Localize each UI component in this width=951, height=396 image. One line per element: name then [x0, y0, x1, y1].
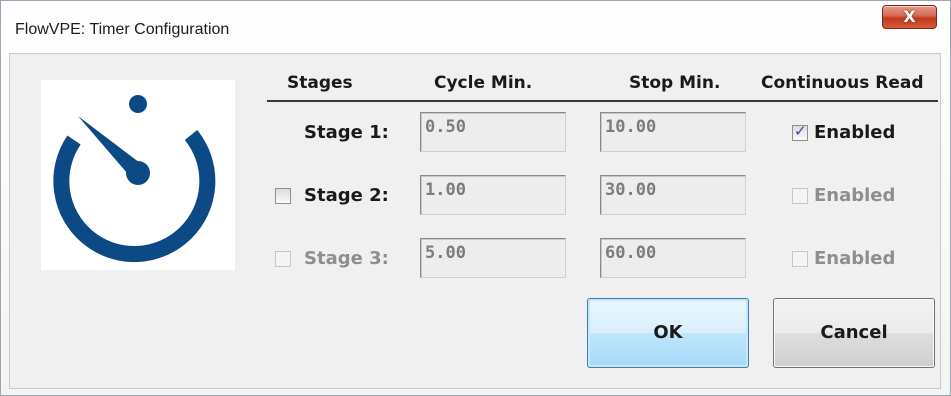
stage-1-continuous-checkbox[interactable]: ✓	[792, 122, 808, 141]
ok-button[interactable]: OK	[587, 298, 749, 368]
header-divider	[267, 100, 938, 102]
stage-1-cycle-input[interactable]: 0.50	[420, 112, 566, 152]
stage-2-stop-input[interactable]: 30.00	[600, 175, 746, 215]
stage-3-label: Stage 3:	[304, 248, 389, 269]
stage-2-checkbox[interactable]	[275, 188, 291, 204]
stage-2-enabled-label: Enabled	[814, 185, 896, 206]
stage-2-continuous-checkbox[interactable]	[792, 188, 808, 204]
stage-2-cycle-input[interactable]: 1.00	[420, 175, 566, 215]
stage-3-cycle-input[interactable]: 5.00	[420, 238, 566, 278]
stage-2-label: Stage 2:	[304, 185, 389, 206]
stage-1-enabled-label: Enabled	[814, 122, 896, 143]
close-icon: X	[903, 7, 916, 26]
cancel-button[interactable]: Cancel	[773, 298, 935, 368]
stage-3-stop-input[interactable]: 60.00	[600, 238, 746, 278]
stage-1-label: Stage 1:	[304, 122, 389, 143]
stage-3-checkbox[interactable]	[275, 251, 291, 267]
stage-3-continuous-checkbox[interactable]	[792, 251, 808, 267]
header-stop-min: Stop Min.	[629, 73, 721, 93]
stopwatch-logo	[41, 80, 235, 270]
window-title: FlowVPE: Timer Configuration	[15, 21, 230, 38]
checkmark-icon: ✓	[794, 122, 807, 140]
stage-1-stop-input[interactable]: 10.00	[600, 112, 746, 152]
stage-3-enabled-label: Enabled	[814, 248, 896, 269]
header-stages: Stages	[287, 73, 353, 93]
timer-config-dialog: FlowVPE: Timer Configuration X Stages Cy…	[0, 0, 951, 396]
stopwatch-icon	[53, 95, 216, 262]
close-button[interactable]: X	[882, 5, 937, 29]
header-cycle-min: Cycle Min.	[434, 73, 533, 93]
header-continuous-read: Continuous Read	[761, 73, 924, 93]
title-bar[interactable]: FlowVPE: Timer Configuration X	[1, 1, 951, 53]
